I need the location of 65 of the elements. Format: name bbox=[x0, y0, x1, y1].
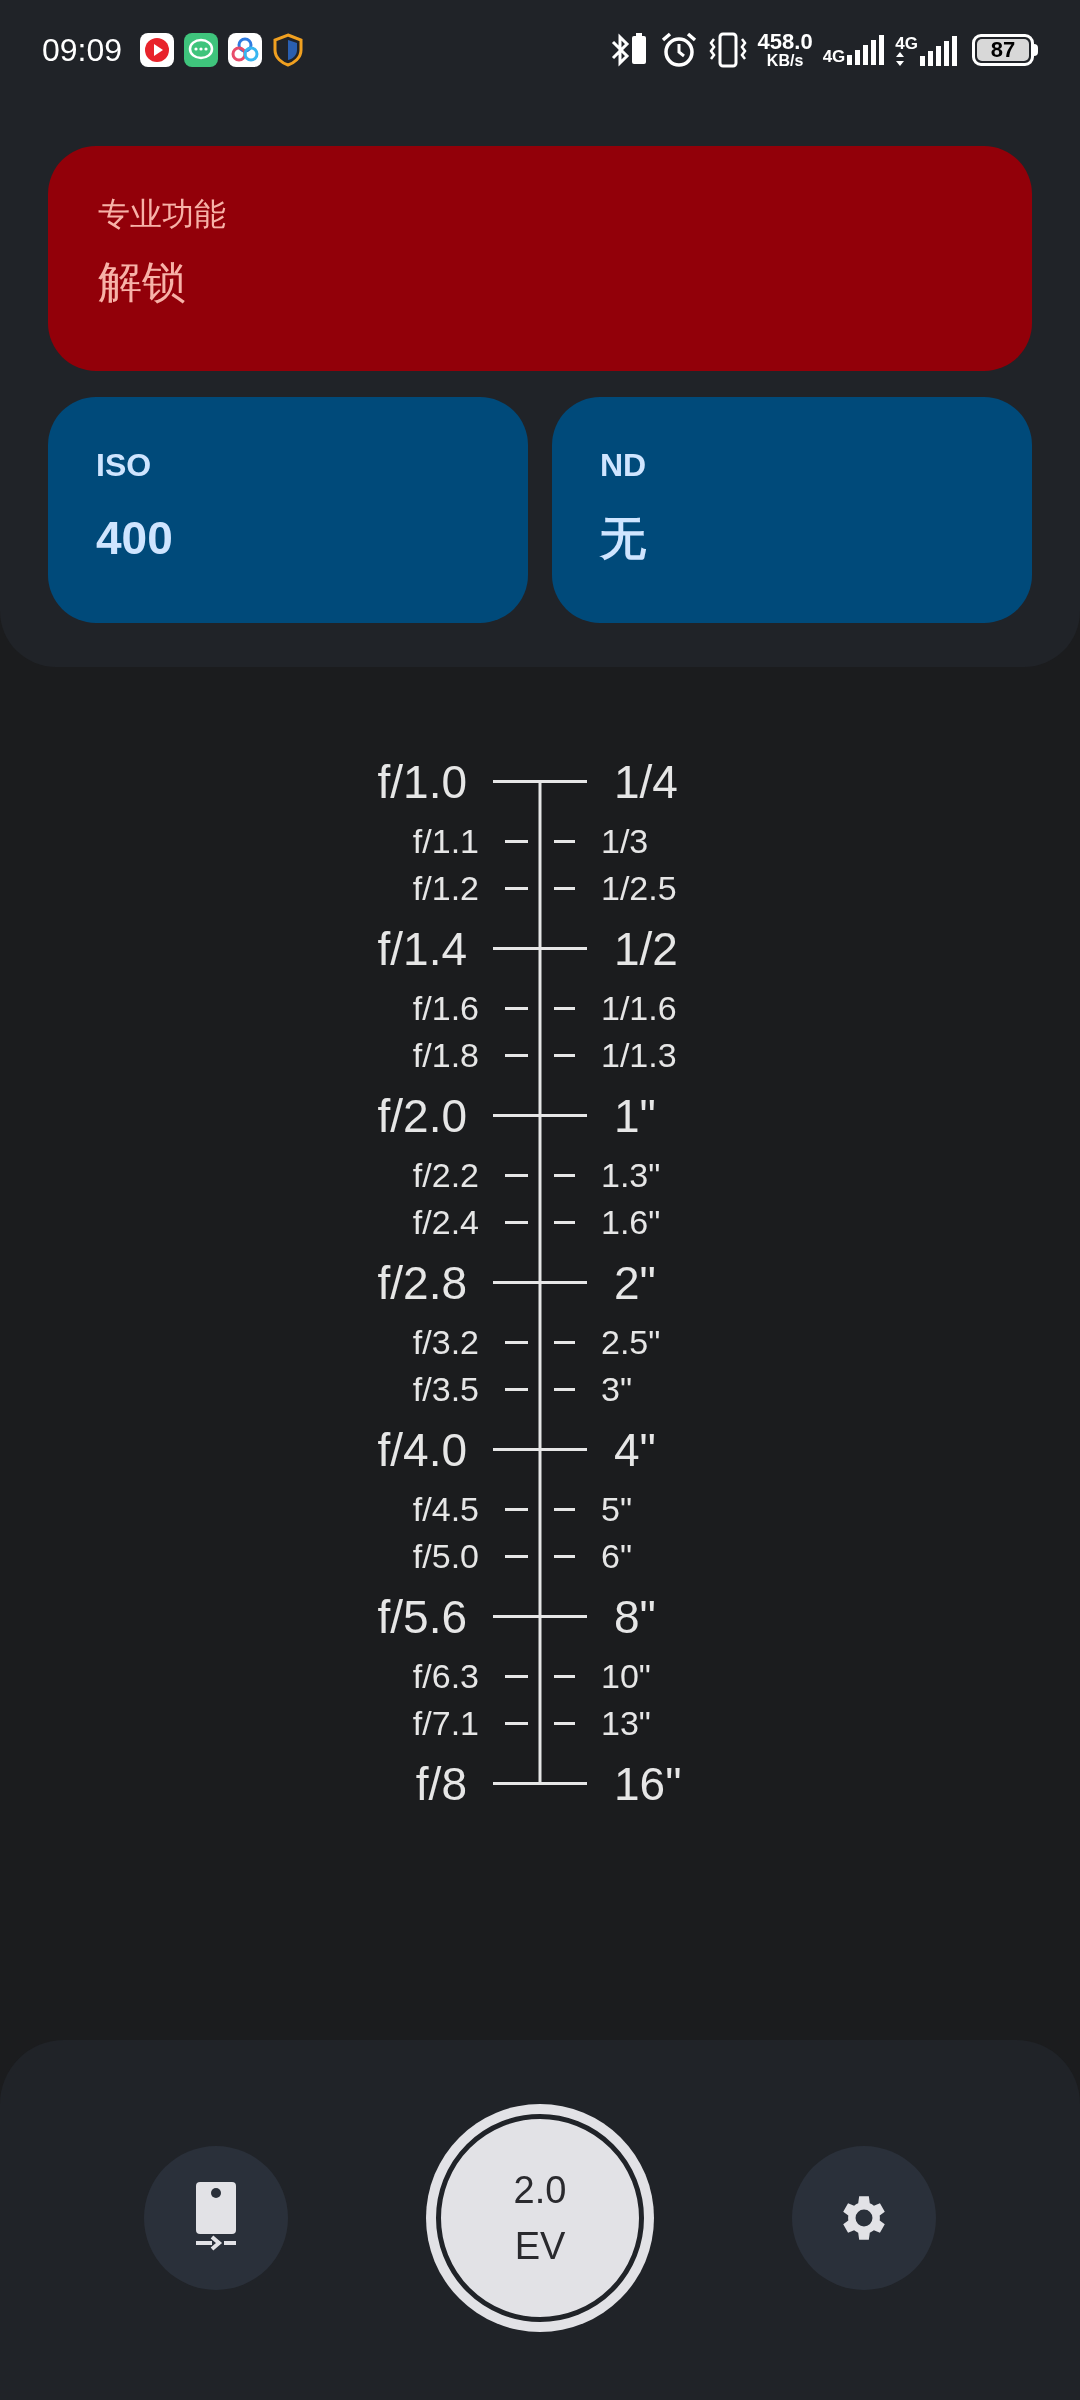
shield-icon bbox=[272, 33, 305, 67]
card-value: 解锁 bbox=[98, 260, 186, 304]
network-type: 4G bbox=[895, 34, 918, 52]
shutter-label: 2" bbox=[614, 1256, 656, 1309]
aperture-label: f/3.2 bbox=[412, 1322, 479, 1361]
shutter-label: 1.3" bbox=[601, 1155, 661, 1194]
aperture-label: f/3.5 bbox=[412, 1369, 479, 1408]
shutter-label: 1" bbox=[614, 1089, 656, 1142]
signal-icon bbox=[920, 35, 958, 66]
shutter-label: 16" bbox=[614, 1757, 682, 1810]
aperture-label: f/4.0 bbox=[377, 1423, 467, 1476]
aperture-label: f/2.2 bbox=[412, 1155, 479, 1194]
setting-card[interactable]: ISO 400 bbox=[48, 397, 528, 623]
shutter-label: 5" bbox=[601, 1489, 632, 1528]
network-speed: 458.0 bbox=[757, 31, 813, 53]
speed-unit: KB/s bbox=[766, 53, 804, 69]
shutter-label: 1/1.6 bbox=[601, 988, 677, 1027]
network-type: 4G bbox=[822, 48, 846, 65]
cloud-app-icon bbox=[228, 33, 263, 67]
shutter-label: 4" bbox=[614, 1423, 656, 1476]
clock-time: 09:09 bbox=[42, 31, 123, 70]
shutter-label: 3" bbox=[601, 1369, 632, 1408]
aperture-label: f/2.0 bbox=[377, 1089, 467, 1142]
card-value: 400 bbox=[96, 515, 173, 561]
vibrate-icon bbox=[707, 31, 748, 69]
aperture-label: f/1.0 bbox=[377, 755, 467, 808]
app-icon bbox=[140, 33, 175, 67]
aperture-label: f/6.3 bbox=[412, 1656, 479, 1695]
shutter-label: 13" bbox=[601, 1703, 651, 1742]
aperture-label: f/1.2 bbox=[412, 868, 479, 907]
aperture-label: f/5.6 bbox=[377, 1590, 467, 1643]
shutter-label: 10" bbox=[601, 1656, 651, 1695]
shutter-label: 2.5" bbox=[601, 1322, 661, 1361]
shutter-label: 1/2 bbox=[614, 922, 678, 975]
card-value: 无 bbox=[600, 515, 646, 561]
chat-app-icon bbox=[184, 33, 219, 67]
shutter-label: 1/2.5 bbox=[601, 868, 677, 907]
alarm-icon bbox=[659, 31, 698, 69]
aperture-label: f/1.8 bbox=[412, 1035, 479, 1074]
aperture-label: f/4.5 bbox=[412, 1489, 479, 1528]
ev-button[interactable]: 2.0 EV bbox=[426, 2104, 654, 2332]
card-label: 专业功能 bbox=[98, 198, 226, 230]
signal-icon bbox=[847, 35, 886, 65]
aperture-label: f/1.4 bbox=[377, 922, 467, 975]
aperture-label: f/1.6 bbox=[412, 988, 479, 1027]
aperture-label: f/2.8 bbox=[377, 1256, 467, 1309]
aperture-label: f/8 bbox=[415, 1757, 467, 1810]
aperture-label: f/2.4 bbox=[412, 1202, 479, 1241]
shutter-label: 1.6" bbox=[601, 1202, 661, 1241]
aperture-label: f/5.0 bbox=[412, 1536, 479, 1575]
shutter-label: 1/1.3 bbox=[601, 1035, 677, 1074]
pro-feature-card[interactable]: 专业功能 解锁 bbox=[48, 146, 1032, 371]
shutter-label: 1/4 bbox=[614, 755, 678, 808]
data-arrows-icon bbox=[895, 51, 906, 66]
ev-value: 2.0 bbox=[513, 2171, 567, 2209]
shutter-label: 8" bbox=[614, 1590, 656, 1643]
setting-card[interactable]: ND 无 bbox=[552, 397, 1032, 623]
card-label: ND bbox=[600, 449, 647, 481]
ev-unit: EV bbox=[514, 2227, 566, 2265]
shutter-label: 1/3 bbox=[601, 821, 649, 860]
battery-level: 87 bbox=[977, 39, 1029, 61]
card-label: ISO bbox=[96, 449, 152, 481]
shutter-label: 6" bbox=[601, 1536, 632, 1575]
aperture-label: f/7.1 bbox=[412, 1703, 479, 1742]
aperture-label: f/1.1 bbox=[412, 821, 479, 860]
